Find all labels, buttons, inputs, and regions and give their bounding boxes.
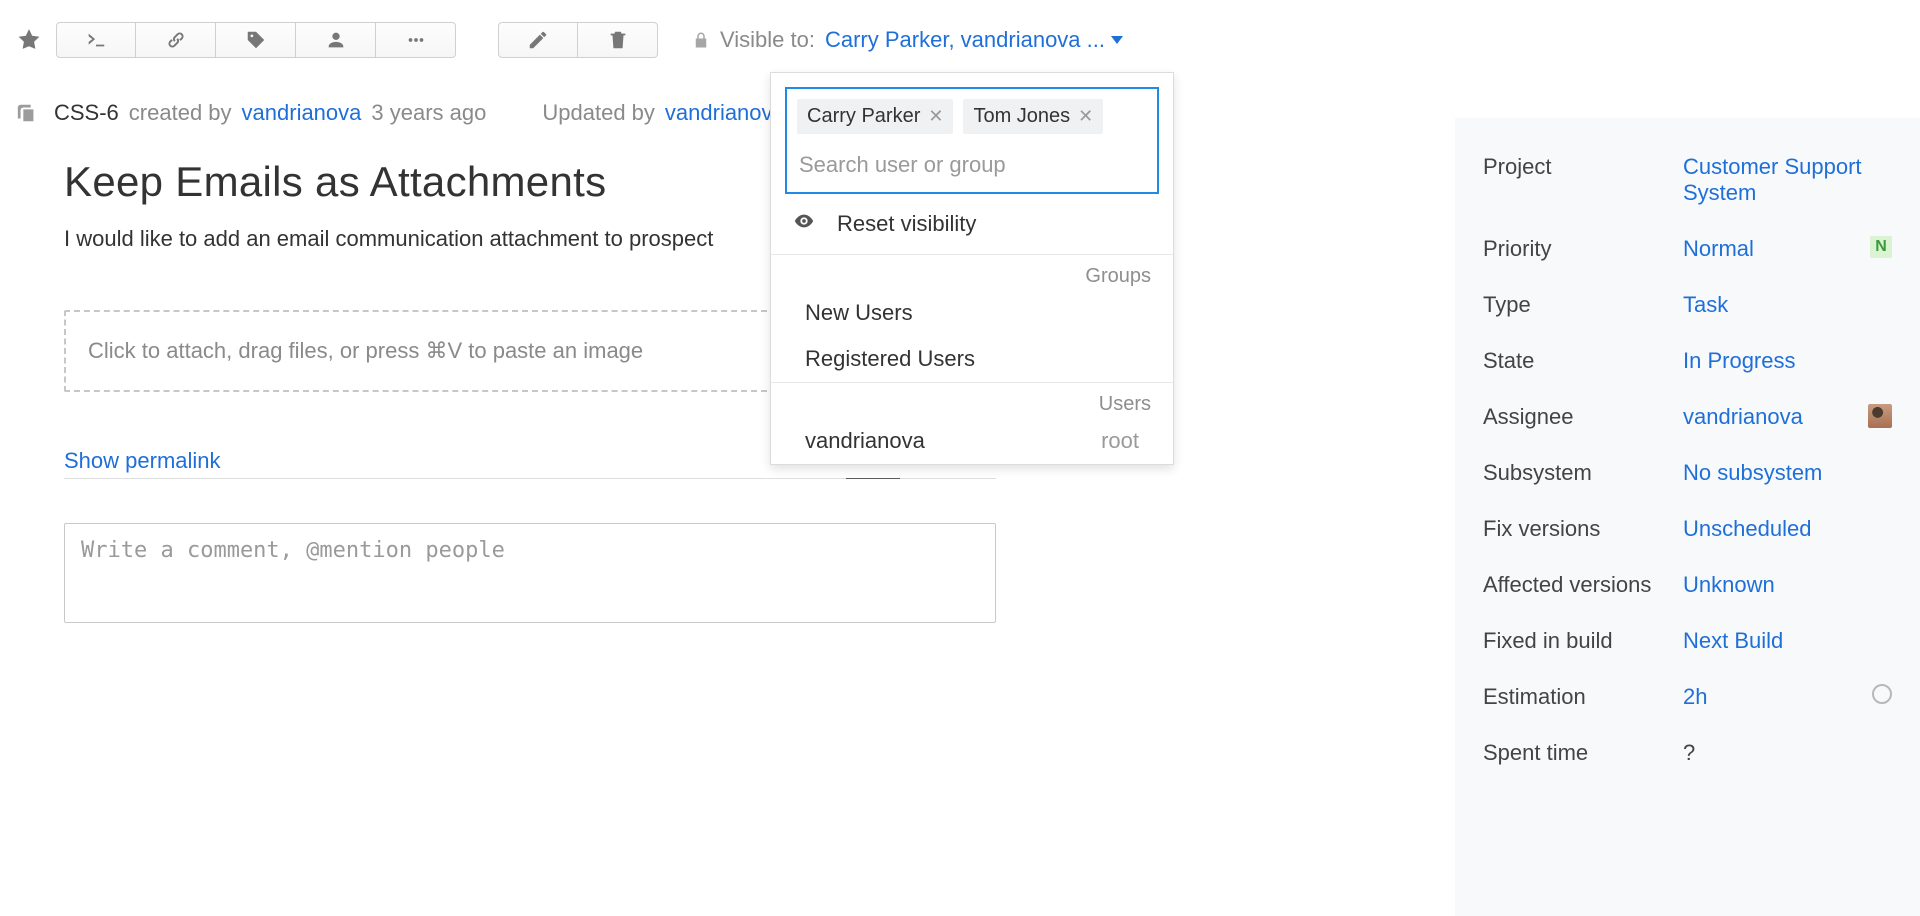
remove-tag-icon[interactable]: ✕ — [928, 106, 943, 127]
side-row-label: Fixed in build — [1483, 628, 1683, 654]
side-row-label: Project — [1483, 154, 1683, 180]
created-by-label: created by — [129, 100, 232, 126]
visibility-value-text: Carry Parker, vandrianova ... — [825, 27, 1105, 53]
visibility-tag-label: Carry Parker — [807, 105, 920, 128]
delete-button[interactable] — [578, 22, 658, 58]
side-row-label: Estimation — [1483, 684, 1683, 710]
side-row-value[interactable]: Unknown — [1683, 572, 1892, 598]
radio-icon[interactable] — [1872, 684, 1892, 704]
side-row-label: Affected versions — [1483, 572, 1683, 598]
toolbar-group-edit — [498, 22, 658, 58]
side-row-label: Spent time — [1483, 740, 1683, 766]
side-row-value[interactable]: In Progress — [1683, 348, 1892, 374]
page: Visible to: Carry Parker, vandrianova ..… — [0, 0, 1920, 916]
section-divider — [64, 478, 996, 479]
remove-tag-icon[interactable]: ✕ — [1078, 106, 1093, 127]
chevron-down-icon — [1111, 36, 1123, 44]
updated-by-label: Updated by — [542, 100, 655, 126]
side-row: Affected versionsUnknown — [1483, 572, 1892, 598]
visibility-search-box[interactable]: Carry Parker ✕ Tom Jones ✕ — [785, 87, 1159, 194]
side-row-value[interactable]: Customer Support System — [1683, 154, 1892, 206]
toolbar-group-main — [56, 22, 456, 58]
updated-by-user[interactable]: vandrianova — [665, 100, 785, 126]
side-row-value: ? — [1683, 740, 1892, 766]
side-row: Estimation2h — [1483, 684, 1892, 710]
attachment-hint: Click to attach, drag files, or press ⌘V… — [88, 338, 643, 363]
visibility-value[interactable]: Carry Parker, vandrianova ... — [825, 27, 1123, 53]
side-row: ProjectCustomer Support System — [1483, 154, 1892, 206]
side-row: SubsystemNo subsystem — [1483, 460, 1892, 486]
side-row: TypeTask — [1483, 292, 1892, 318]
terminal-button[interactable] — [56, 22, 136, 58]
side-panel: ProjectCustomer Support SystemPriorityNo… — [1455, 118, 1920, 916]
side-row-label: Subsystem — [1483, 460, 1683, 486]
groups-header: Groups — [771, 255, 1173, 290]
eye-icon — [793, 210, 815, 238]
side-row-value[interactable]: No subsystem — [1683, 460, 1892, 486]
side-row-label: Fix versions — [1483, 516, 1683, 542]
visibility-row: Visible to: Carry Parker, vandrianova ..… — [692, 27, 1123, 53]
side-row-label: Assignee — [1483, 404, 1683, 430]
visibility-option[interactable]: vandrianova root — [771, 418, 1173, 464]
reset-visibility-label: Reset visibility — [837, 211, 976, 237]
issue-id: CSS-6 — [54, 100, 119, 126]
link-button[interactable] — [136, 22, 216, 58]
visibility-search-input[interactable] — [797, 148, 1147, 182]
side-row-label: State — [1483, 348, 1683, 374]
star-icon[interactable] — [16, 27, 42, 53]
visibility-option[interactable]: New Users — [771, 290, 1173, 336]
avatar — [1868, 404, 1892, 428]
visibility-option-label: Registered Users — [805, 346, 975, 372]
visibility-option-label: New Users — [805, 300, 913, 326]
visibility-label: Visible to: — [720, 27, 815, 53]
visibility-tag: Carry Parker ✕ — [797, 99, 953, 134]
visibility-option[interactable]: Registered Users — [771, 336, 1173, 382]
side-row: Assigneevandrianova — [1483, 404, 1892, 430]
visibility-option-hint: root — [1101, 428, 1139, 454]
side-row-value[interactable]: Task — [1683, 292, 1892, 318]
show-permalink-link[interactable]: Show permalink — [64, 448, 221, 474]
side-row-value[interactable]: 2h — [1683, 684, 1872, 710]
tag-button[interactable] — [216, 22, 296, 58]
visibility-option-label: vandrianova — [805, 428, 925, 454]
visibility-popover: Carry Parker ✕ Tom Jones ✕ Reset visibil… — [770, 72, 1174, 465]
side-row: Spent time? — [1483, 740, 1892, 766]
more-button[interactable] — [376, 22, 456, 58]
side-row: PriorityNormalN — [1483, 236, 1892, 262]
side-row-value[interactable]: Next Build — [1683, 628, 1892, 654]
lock-icon — [692, 31, 710, 49]
side-row-label: Priority — [1483, 236, 1683, 262]
visibility-tag-label: Tom Jones — [973, 105, 1070, 128]
side-row-value[interactable]: Normal — [1683, 236, 1870, 262]
copy-id-button[interactable] — [16, 102, 38, 124]
reset-visibility-item[interactable]: Reset visibility — [771, 194, 1173, 255]
side-row: Fixed in buildNext Build — [1483, 628, 1892, 654]
toolbar: Visible to: Carry Parker, vandrianova ..… — [0, 0, 1920, 58]
user-button[interactable] — [296, 22, 376, 58]
side-row-value[interactable]: Unscheduled — [1683, 516, 1892, 542]
created-when: 3 years ago — [371, 100, 486, 126]
side-row: StateIn Progress — [1483, 348, 1892, 374]
priority-badge: N — [1870, 236, 1892, 258]
edit-button[interactable] — [498, 22, 578, 58]
side-row: Fix versionsUnscheduled — [1483, 516, 1892, 542]
users-header: Users — [771, 383, 1173, 418]
visibility-tag: Tom Jones ✕ — [963, 99, 1103, 134]
created-by-user[interactable]: vandrianova — [242, 100, 362, 126]
side-row-label: Type — [1483, 292, 1683, 318]
side-row-value[interactable]: vandrianova — [1683, 404, 1868, 430]
comment-input[interactable] — [64, 523, 996, 623]
